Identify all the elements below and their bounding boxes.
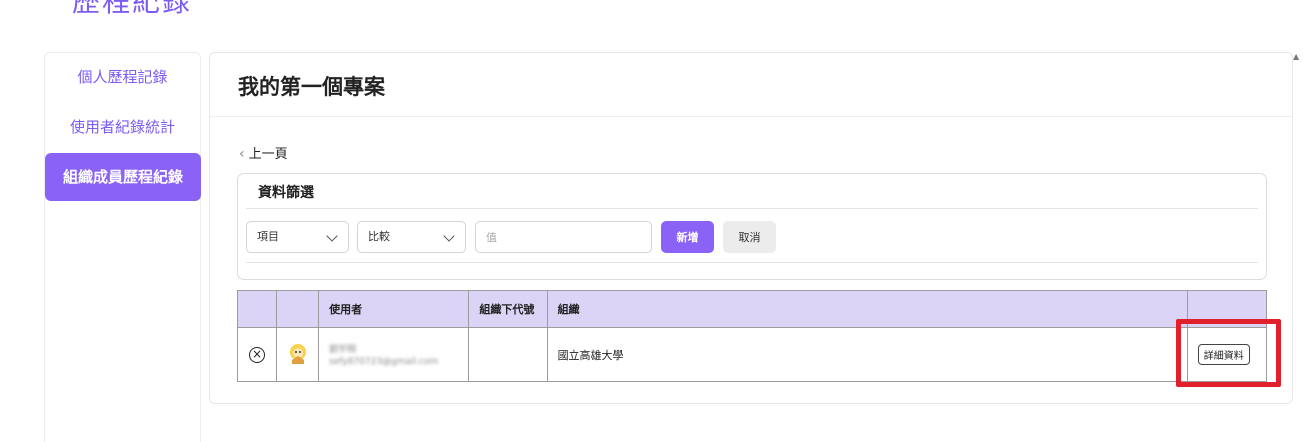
sidebar-item-org-member-history[interactable]: 組織成員歷程紀錄 xyxy=(45,153,201,201)
sidebar-item-user-stats[interactable]: 使用者紀錄統計 xyxy=(45,103,200,151)
column-header-org-code: 組織下代號 xyxy=(468,290,548,328)
item-select[interactable]: 項目 xyxy=(246,221,349,253)
chevron-down-icon xyxy=(326,230,338,242)
compare-select[interactable]: 比較 xyxy=(357,221,466,253)
sidebar: 個人歷程記錄 使用者紀錄統計 組織成員歷程紀錄 xyxy=(44,52,201,442)
back-link[interactable]: ‹ 上一頁 xyxy=(239,143,288,162)
highlight-box xyxy=(1176,319,1281,387)
divider xyxy=(246,262,1258,263)
chevron-down-icon xyxy=(443,230,455,242)
back-label: 上一頁 xyxy=(248,147,288,162)
user-email: sefy870723@gmail.com xyxy=(329,357,439,367)
scroll-up-icon[interactable]: ▲ xyxy=(1293,52,1299,61)
remove-circle-icon[interactable]: × xyxy=(249,346,265,363)
column-header-user: 使用者 xyxy=(318,290,470,328)
user-cell: 劉宇翔 sefy870723@gmail.com xyxy=(318,327,470,382)
sidebar-item-personal-history[interactable]: 個人歷程記錄 xyxy=(45,53,200,101)
cancel-filter-button[interactable]: 取消 xyxy=(723,221,776,253)
column-header-avatar xyxy=(276,290,320,328)
org-code-cell xyxy=(468,327,548,382)
avatar-cell xyxy=(276,327,320,382)
avatar xyxy=(290,344,307,364)
main-header: 我的第一個專案 xyxy=(210,53,1292,117)
records-table: 使用者 組織下代號 組織 × 劉宇翔 sefy870723@gmail.com … xyxy=(236,290,1268,382)
project-title: 我的第一個專案 xyxy=(238,75,385,99)
filter-title: 資料篩選 xyxy=(258,185,314,201)
user-name: 劉宇翔 xyxy=(329,345,357,355)
filter-panel: 資料篩選 項目 比較 新增 取消 xyxy=(237,173,1267,280)
page-title: 歷程紀錄 xyxy=(72,0,193,18)
column-header-remove xyxy=(236,290,278,328)
item-select-value: 項目 xyxy=(257,230,279,243)
divider xyxy=(246,208,1258,209)
org-cell: 國立高雄大學 xyxy=(546,327,1188,382)
column-header-org: 組織 xyxy=(546,290,1188,328)
compare-select-value: 比較 xyxy=(368,230,390,243)
remove-cell: × xyxy=(236,327,278,382)
add-filter-button[interactable]: 新增 xyxy=(661,221,714,253)
table-header-row: 使用者 組織下代號 組織 xyxy=(236,290,1268,328)
main-panel: 我的第一個專案 ‹上一頁 資料篩選 項目 比較 新增 取消 xyxy=(209,52,1293,404)
table-row: × 劉宇翔 sefy870723@gmail.com 國立高雄大學 詳細資料 xyxy=(236,327,1268,382)
chevron-left-icon: ‹ xyxy=(239,146,245,162)
value-input[interactable] xyxy=(475,221,652,253)
